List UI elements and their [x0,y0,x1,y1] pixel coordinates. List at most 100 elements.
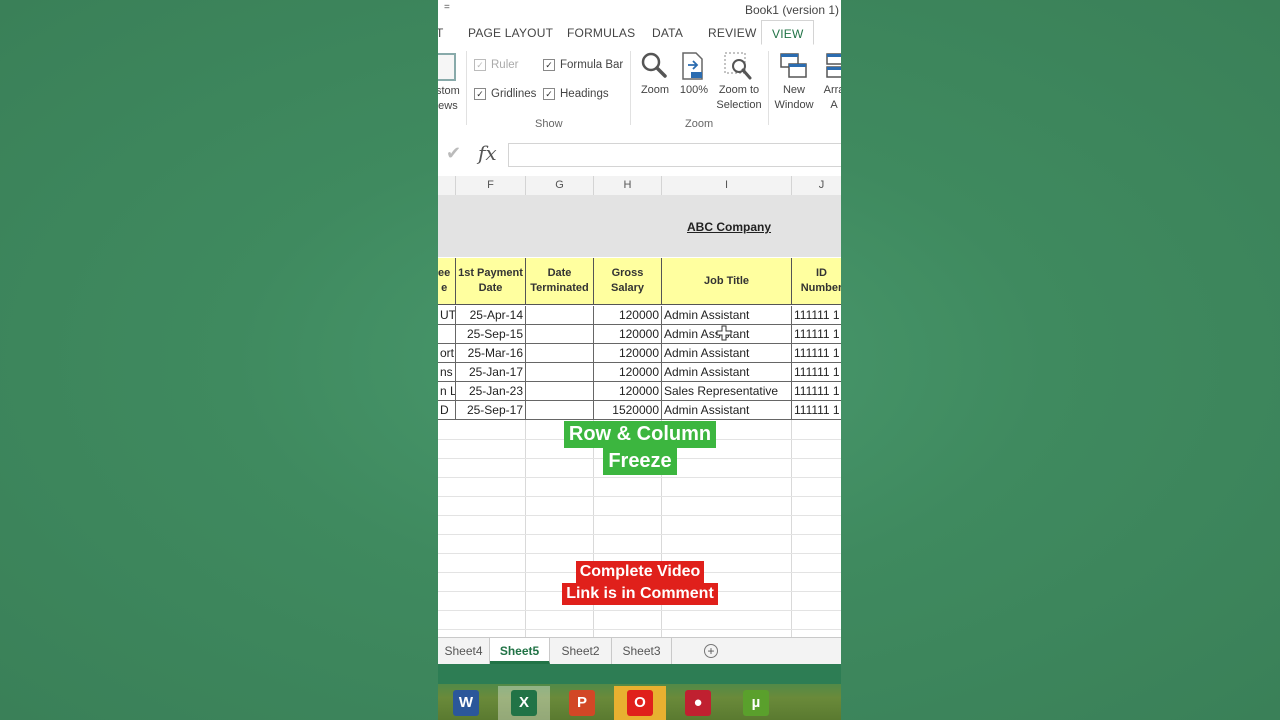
table-row: n L 25-Jan-23 120000 Sales Representative 11… [438,382,841,401]
tab-formulas[interactable]: FORMULAS [567,26,635,40]
checkmark-icon: ✓ [474,88,486,100]
table-cell-i[interactable]: Sales Representative [662,382,792,400]
formula-input[interactable] [508,143,841,167]
taskbar-app-button[interactable]: ● [672,686,724,720]
header-cell-gross-salary[interactable]: Gross Salary [594,258,662,305]
column-header-i[interactable]: I [662,176,792,195]
enter-check-icon[interactable]: ✔ [446,143,461,164]
table-cell-e[interactable]: ns \ [438,363,456,381]
arrange-all-icon [826,53,841,78]
zoom-100-button[interactable]: 100% [679,51,709,111]
excel-icon: X [511,690,537,716]
table-cell-g[interactable] [526,401,594,419]
quick-access-menu[interactable]: = [444,2,450,13]
table-row: D 25-Sep-17 1520000 Admin Assistant 111111 1 [438,401,841,420]
table-cell-i[interactable]: Admin Assistant [662,306,792,324]
ruler-checkbox[interactable]: ✓ Ruler [474,59,518,71]
table-cell-h[interactable]: 1520000 [594,401,662,419]
table-cell-i[interactable]: Admin Assistant [662,344,792,362]
sheet-tab-sheet2[interactable]: Sheet2 [550,638,612,664]
table-cell-g[interactable] [526,306,594,324]
gridlines-checkbox[interactable]: ✓ Gridlines [474,88,536,100]
table-cell-e[interactable]: n L [438,382,456,400]
table-cell-g[interactable] [526,325,594,343]
table-cell-g[interactable] [526,344,594,362]
header-cell-employee-name[interactable]: ee e [438,258,456,305]
taskbar-app-button[interactable]: X [498,686,550,720]
table-cell-h[interactable]: 120000 [594,344,662,362]
company-title: ABC Company [687,220,772,234]
title-bar: = Book1 (version 1) [438,0,841,20]
ribbon-view: stom ews ✓ Ruler ✓ Formula Bar ✓ Gridlin… [438,45,841,132]
table-cell-j[interactable]: 111111 1 [792,401,841,419]
table-cell-g[interactable] [526,382,594,400]
table-cell-j[interactable]: 111111 1 [792,344,841,362]
header-cell-first-payment[interactable]: 1st Payment Date [456,258,526,305]
table-row: UT 25-Apr-14 120000 Admin Assistant 111111 1 [438,306,841,325]
table-cell-h[interactable]: 120000 [594,363,662,381]
taskbar-app-button[interactable]: P [556,686,608,720]
table-cell-j[interactable]: 111111 1 [792,306,841,324]
arrange-all-button[interactable]: Arra A [819,51,841,117]
header-cell-date-terminated[interactable]: Date Terminated [526,258,594,305]
table-cell-j[interactable]: 111111 1 [792,382,841,400]
taskbar-app-button[interactable]: µ [730,686,782,720]
screen-recorder-icon: ● [685,690,711,716]
header-cell-id-number[interactable]: ID Number [792,258,841,305]
sheet-tab-sheet3[interactable]: Sheet3 [612,638,672,664]
tab-data[interactable]: DATA [652,26,683,40]
checkmark-icon: ✓ [543,88,555,100]
show-group-label: Show [535,118,563,130]
header-cell-job-title[interactable]: Job Title [662,258,792,305]
table-cell-e[interactable] [438,325,456,343]
opera-icon: O [627,690,653,716]
taskbar-app-button[interactable]: W [440,686,492,720]
sheet-tab-sheet4[interactable]: Sheet4 [438,638,490,664]
zoom-to-selection-button[interactable]: Zoom to Selection [714,51,764,117]
table-cell-i[interactable]: Admin Assistant [662,363,792,381]
new-window-button[interactable]: New Window [771,51,817,117]
column-header-f[interactable]: F [456,176,526,195]
formula-bar-checkbox[interactable]: ✓ Formula Bar [543,59,623,71]
table-cell-i[interactable]: Admin Assistant [662,401,792,419]
table-cell-f[interactable]: 25-Sep-17 [456,401,526,419]
table-cell-h[interactable]: 120000 [594,325,662,343]
table-row: 25-Sep-15 120000 Admin Assistant 111111 1 [438,325,841,344]
tab-view[interactable]: VIEW [761,20,815,45]
table-row: ort (25-Mar-16 120000Admin Assistant11111… [438,344,841,363]
tab-page-layout[interactable]: PAGE LAYOUT [468,26,553,40]
zoom-selection-icon [724,52,752,80]
column-header-h[interactable]: H [594,176,662,195]
document-100-icon [682,52,703,80]
column-header-j[interactable]: J [792,176,841,195]
table-cell-j[interactable]: 111111 1 [792,325,841,343]
custom-views-icon[interactable] [438,53,456,81]
column-header-e[interactable] [438,176,456,195]
taskbar-app-button[interactable]: O [614,686,666,720]
headings-checkbox[interactable]: ✓ Headings [543,88,609,100]
tab-review[interactable]: REVIEW [708,26,757,40]
table-cell-h[interactable]: 120000 [594,306,662,324]
ribbon-tabs: T PAGE LAYOUT FORMULAS DATA REVIEW VIEW [438,20,841,46]
magnifier-icon [641,52,667,78]
table-cell-f[interactable]: 25-Jan-17 [456,363,526,381]
column-header-g[interactable]: G [526,176,594,195]
table-cell-f[interactable]: 25-Apr-14 [456,306,526,324]
table-cell-h[interactable]: 120000 [594,382,662,400]
table-cell-e[interactable]: D [438,401,456,419]
zoom-button[interactable]: Zoom [640,51,670,111]
table-cell-f[interactable]: 25-Mar-16 [456,344,526,362]
add-sheet-icon[interactable]: + [704,644,718,658]
table-cell-f[interactable]: 25-Jan-23 [456,382,526,400]
table-cell-e[interactable]: UT [438,306,456,324]
table-cell-e[interactable]: ort ( [438,344,456,362]
table-cell-g[interactable] [526,363,594,381]
table-cell-f[interactable]: 25-Sep-15 [456,325,526,343]
window-title: Book1 (version 1) [744,3,839,17]
sheet-tab-sheet5[interactable]: Sheet5 [490,638,550,664]
custom-views-button[interactable]: stom ews [438,84,460,114]
tab-insert[interactable]: T [438,26,444,40]
insert-function-icon[interactable]: fx [478,141,497,165]
word-icon: W [453,690,479,716]
table-cell-j[interactable]: 111111 1 [792,363,841,381]
